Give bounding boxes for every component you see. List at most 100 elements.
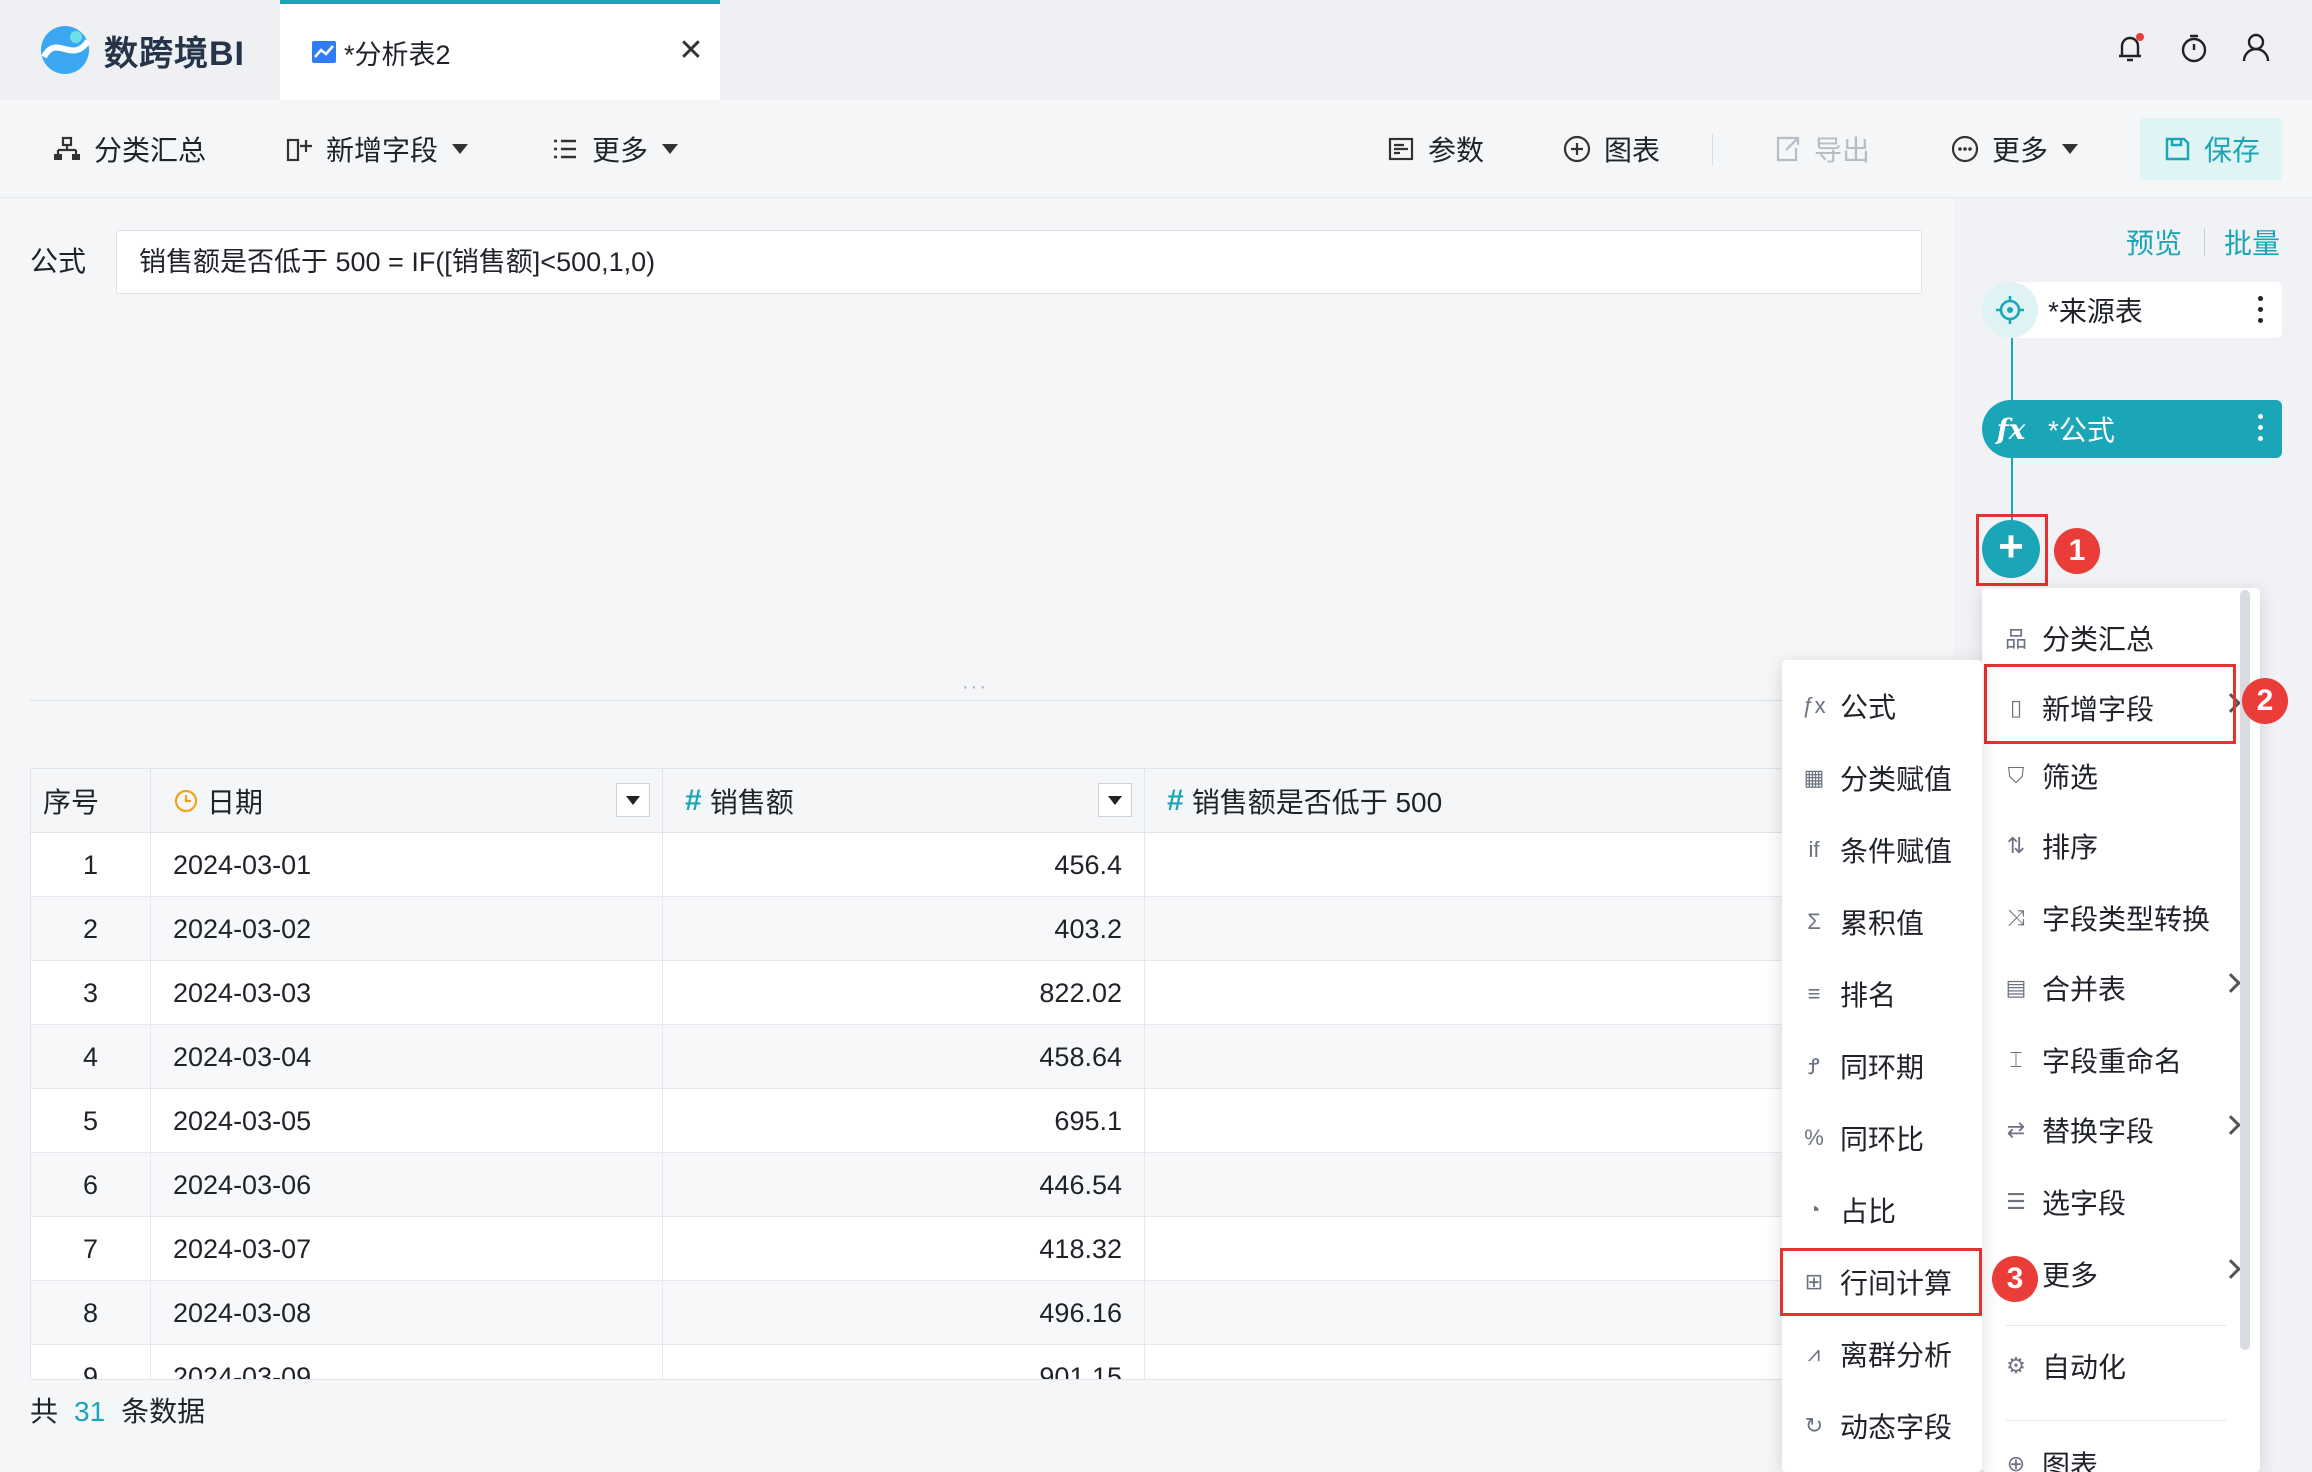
menu-item-4[interactable]: ⇅ 排序 — [1982, 810, 2260, 882]
line-chart-icon — [312, 41, 336, 63]
dynamic-field-icon: ↻ — [1804, 1413, 1824, 1438]
menu-item-1[interactable]: ƒx 公式 — [1782, 670, 1982, 742]
table-row[interactable]: 7 2024-03-07 418.32 — [31, 1217, 1929, 1281]
menu-item-8[interactable]: ◔ 占比 — [1782, 1174, 1982, 1246]
menu-item-6[interactable]: Ꝭ 同环期 — [1782, 1030, 1982, 1102]
menu-item-5[interactable]: ≡ 排名 — [1782, 958, 1982, 1030]
column-header-label: 日期 — [207, 787, 264, 818]
row-count-number: 31 — [74, 1396, 106, 1427]
cell-index: 5 — [31, 1089, 151, 1153]
column-dropdown-icon[interactable] — [616, 783, 650, 817]
highlight-box-add-field — [1984, 664, 2236, 744]
pane-divider — [30, 700, 1930, 701]
table-row[interactable]: 4 2024-03-04 458.64 — [31, 1025, 1929, 1089]
formula-label: 公式 — [30, 246, 87, 277]
more-right-label: 更多 — [1992, 135, 2049, 166]
menu-item-8[interactable]: ⇄ 替换字段 — [1982, 1094, 2260, 1166]
menu-item-12[interactable]: ⊕ 图表 — [1982, 1428, 2260, 1472]
table-row[interactable]: 6 2024-03-06 446.54 — [31, 1153, 1929, 1217]
chart-icon: ⊕ — [2006, 1451, 2026, 1472]
timer-icon[interactable] — [2174, 28, 2214, 68]
menu-item-label: 替换字段 — [2042, 1116, 2155, 1147]
preview-link[interactable]: 预览 — [2126, 222, 2182, 262]
table-row[interactable]: 5 2024-03-05 695.1 — [31, 1089, 1929, 1153]
fx-icon: fx — [1996, 412, 2026, 446]
menu-item-label: 字段类型转换 — [2042, 904, 2211, 935]
add-field-button[interactable]: 新增字段 — [284, 100, 469, 198]
more-vertical-icon[interactable] — [2258, 414, 2264, 442]
batch-link[interactable]: 批量 — [2224, 222, 2280, 262]
table-row[interactable]: 2 2024-03-02 403.2 — [31, 897, 1929, 961]
category-assign-icon: ▦ — [1803, 765, 1825, 790]
resize-handle[interactable]: ··· — [962, 676, 988, 699]
save-icon — [2165, 137, 2190, 161]
more-left-button[interactable]: 更多 — [550, 100, 679, 198]
add-column-icon — [286, 138, 312, 162]
export-button[interactable]: 导出 — [1772, 100, 1870, 198]
menu-divider — [2006, 1325, 2226, 1326]
hierarchy-icon — [54, 136, 80, 160]
highlight-box-add — [1976, 514, 2048, 586]
flow-node-label: *来源表 — [2048, 296, 2143, 327]
tab-analysis-table[interactable]: *分析表2 ✕ — [280, 0, 720, 100]
menu-item-7[interactable]: ⌶ 字段重命名 — [1982, 1024, 2260, 1096]
menu-item-4[interactable]: Σ 累积值 — [1782, 886, 1982, 958]
bell-icon[interactable] — [2110, 28, 2150, 68]
table-row[interactable]: 1 2024-03-01 456.4 — [31, 833, 1929, 897]
user-icon[interactable] — [2236, 28, 2276, 68]
column-header-sales[interactable]: # 销售额 — [663, 769, 1145, 833]
menu-item-6[interactable]: ▤ 合并表 — [1982, 952, 2260, 1024]
cell-sales: 403.2 — [663, 897, 1145, 961]
more-vertical-icon[interactable] — [2258, 296, 2264, 324]
shuffle-icon: ⤨ — [2007, 905, 2025, 930]
tab-title: *分析表2 — [344, 39, 451, 70]
menu-item-11[interactable]: ⚙ 自动化 — [1982, 1330, 2260, 1402]
table-row[interactable]: 3 2024-03-03 822.02 — [31, 961, 1929, 1025]
menu-item-3[interactable]: ⛉ 筛选 — [1982, 740, 2260, 812]
rank-icon: ≡ — [1807, 981, 1821, 1006]
params-button[interactable]: 参数 — [1386, 100, 1484, 198]
replace-icon: ⇄ — [2006, 1117, 2026, 1142]
menu-item-7[interactable]: % 同环比 — [1782, 1102, 1982, 1174]
menu-item-label: 自动化 — [2042, 1352, 2127, 1383]
formula-input[interactable]: 销售额是否低于 500 = IF([销售额]<500,1,0) — [116, 230, 1922, 294]
cell-sales: 496.16 — [663, 1281, 1145, 1345]
flow-node-formula[interactable]: fx *公式 — [1982, 400, 2282, 458]
menu-item-label: 分类汇总 — [2042, 624, 2155, 655]
pie-icon: ◔ — [1807, 1197, 1821, 1222]
menu-item-2[interactable]: ▦ 分类赋值 — [1782, 742, 1982, 814]
cell-index: 6 — [31, 1153, 151, 1217]
chart-button[interactable]: 图表 — [1562, 100, 1660, 198]
save-button[interactable]: 保存 — [2140, 118, 2282, 180]
automation-icon: ⚙ — [2006, 1353, 2026, 1378]
group-summary-button[interactable]: 分类汇总 — [52, 100, 206, 198]
table-row[interactable]: 9 2024-03-09 901.15 — [31, 1345, 1929, 1379]
menu-item-9[interactable]: ☰ 选字段 — [1982, 1166, 2260, 1238]
cell-sales: 901.15 — [663, 1345, 1145, 1379]
step-badge-3: 3 — [1992, 1256, 2038, 1302]
select-fields-icon: ☰ — [2006, 1189, 2026, 1214]
target-icon — [1982, 282, 2038, 338]
column-header-date[interactable]: 日期 — [151, 769, 663, 833]
group-summary-label: 分类汇总 — [94, 135, 207, 166]
export-icon — [1776, 136, 1800, 162]
cell-date: 2024-03-02 — [151, 897, 663, 961]
menu-item-3[interactable]: if 条件赋值 — [1782, 814, 1982, 886]
caret-down-icon — [662, 144, 679, 154]
save-label: 保存 — [2203, 135, 2260, 166]
menu-item-11[interactable]: ↻ 动态字段 — [1782, 1390, 1982, 1462]
close-icon[interactable]: ✕ — [674, 34, 708, 68]
menu-item-label: 合并表 — [2042, 974, 2127, 1005]
step-badge-1: 1 — [2054, 528, 2100, 574]
table-row[interactable]: 8 2024-03-08 496.16 — [31, 1281, 1929, 1345]
column-dropdown-icon[interactable] — [1098, 783, 1132, 817]
cell-date: 2024-03-06 — [151, 1153, 663, 1217]
menu-item-label: 累积值 — [1840, 908, 1925, 939]
more-right-button[interactable]: 更多 — [1950, 100, 2079, 198]
filter-icon: ⛉ — [2007, 763, 2025, 788]
list-icon — [554, 139, 576, 159]
cell-index: 1 — [31, 833, 151, 897]
flow-node-source[interactable]: *来源表 — [1982, 282, 2282, 338]
menu-item-5[interactable]: ⤨ 字段类型转换 — [1982, 882, 2260, 954]
menu-item-10[interactable]: ⩘ 离群分析 — [1782, 1318, 1982, 1390]
